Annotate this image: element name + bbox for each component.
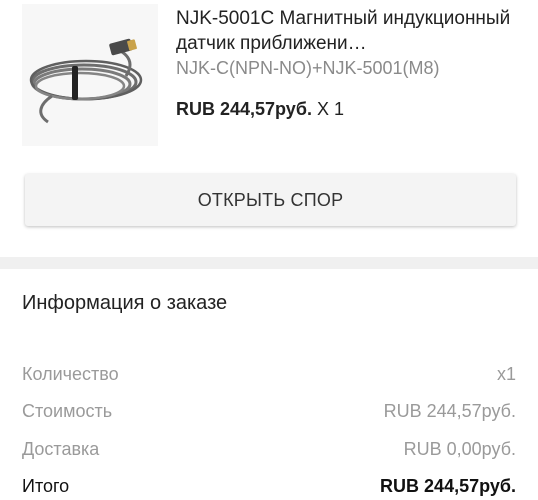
price-quantity: RUB 244,57руб. X 1 (176, 99, 344, 120)
proximity-sensor-cable-icon (22, 4, 158, 146)
order-info-row-shipping: Доставка RUB 0,00руб. (22, 437, 516, 461)
product-variant: NJK-C(NPN-NO)+NJK-5001(M8) (176, 58, 440, 78)
row-label: Стоимость (22, 400, 113, 421)
row-value: RUB 0,00руб. (403, 438, 516, 459)
product-title[interactable]: NJK-5001C Магнитный индукционный датчик … (176, 6, 526, 56)
product-price: RUB 244,57руб. (176, 99, 312, 119)
row-value: x1 (496, 363, 516, 384)
row-label: Доставка (22, 438, 100, 459)
row-label: Количество (22, 363, 119, 384)
section-divider (0, 257, 538, 269)
order-info-row-total: Итого RUB 244,57руб. (22, 474, 516, 498)
order-item[interactable]: NJK-5001C Магнитный индукционный датчик … (0, 0, 538, 150)
row-value: RUB 244,57руб. (380, 475, 516, 496)
order-info-row-cost: Стоимость RUB 244,57руб. (22, 399, 516, 423)
row-value: RUB 244,57руб. (383, 400, 516, 421)
order-info-heading: Информация о заказе (22, 292, 228, 314)
product-image[interactable] (22, 4, 158, 146)
row-label: Итого (22, 475, 70, 496)
order-info-row-quantity: Количество x1 (22, 362, 516, 386)
product-quantity: X 1 (316, 99, 344, 119)
open-dispute-button[interactable]: ОТКРЫТЬ СПОР (25, 174, 516, 226)
